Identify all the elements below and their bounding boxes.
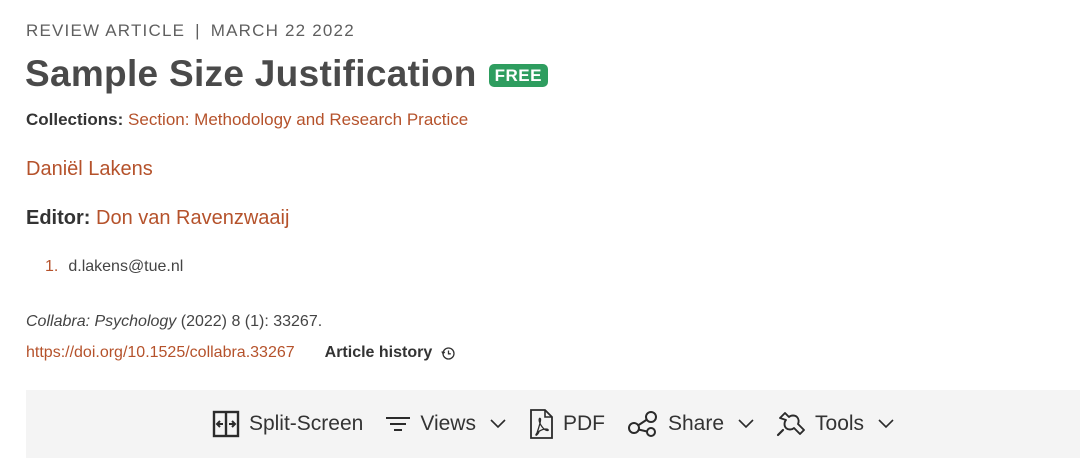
- page-title: Sample Size Justification: [25, 53, 477, 94]
- share-label: Share: [667, 412, 725, 435]
- editor: Editor: Don van Ravenzwaaij: [26, 207, 289, 230]
- article-history-button[interactable]: Article history: [325, 344, 457, 362]
- citation-details: (2022) 8 (1): 33267.: [176, 313, 323, 330]
- tools-label: Tools: [815, 412, 865, 435]
- article-header: REVIEW ARTICLE | MARCH 22 2022 Sample Size…: [0, 0, 1080, 470]
- share-icon: [627, 410, 659, 438]
- collections: Collections: Section: Methodology and Re…: [26, 110, 468, 130]
- tools-dropdown[interactable]: Tools: [776, 409, 894, 439]
- chevron-down-icon: [490, 419, 506, 429]
- share-dropdown[interactable]: Share: [627, 410, 754, 438]
- views-icon: [385, 414, 411, 434]
- history-icon: [441, 347, 455, 360]
- editor-label: Editor:: [26, 207, 91, 229]
- article-meta: REVIEW ARTICLE | MARCH 22 2022: [26, 21, 355, 41]
- tools-icon: [776, 409, 806, 439]
- author: Daniël Lakens: [26, 158, 153, 181]
- free-badge: FREE: [488, 63, 548, 87]
- chevron-down-icon: [878, 419, 894, 429]
- doi-row: https://doi.org/10.1525/collabra.33267 A…: [26, 344, 456, 362]
- article-history-label: Article history: [324, 344, 433, 361]
- doi-link[interactable]: https://doi.org/10.1525/collabra.33267: [26, 344, 295, 362]
- split-screen-label: Split-Screen: [248, 412, 364, 435]
- pdf-button[interactable]: PDF: [528, 409, 605, 439]
- affiliation-email: d.lakens@tue.nl: [68, 258, 184, 275]
- article-type: REVIEW ARTICLE: [26, 21, 186, 40]
- split-screen-button[interactable]: Split-Screen: [212, 410, 363, 438]
- title-row: Sample Size Justification FREE: [25, 53, 548, 95]
- collections-label: Collections:: [26, 110, 124, 129]
- views-dropdown[interactable]: Views: [385, 412, 506, 436]
- pdf-icon: [528, 409, 554, 439]
- split-screen-icon: [212, 410, 240, 438]
- editor-link[interactable]: Don van Ravenzwaaij: [96, 207, 289, 229]
- collections-link[interactable]: Section: Methodology and Research Practi…: [128, 110, 468, 129]
- citation: Collabra: Psychology (2022) 8 (1): 33267…: [26, 313, 322, 331]
- affiliation-number: 1.: [45, 258, 59, 275]
- pdf-label: PDF: [562, 412, 605, 435]
- chevron-down-icon: [738, 419, 754, 429]
- article-toolbar: Split-Screen Views PDF Share Tools: [26, 390, 1080, 458]
- views-label: Views: [420, 412, 476, 435]
- meta-separator: |: [195, 21, 201, 40]
- journal-name: Collabra: Psychology: [26, 313, 177, 330]
- author-link[interactable]: Daniël Lakens: [26, 158, 153, 180]
- affiliation: 1. d.lakens@tue.nl: [45, 258, 183, 276]
- article-date: MARCH 22 2022: [210, 21, 355, 40]
